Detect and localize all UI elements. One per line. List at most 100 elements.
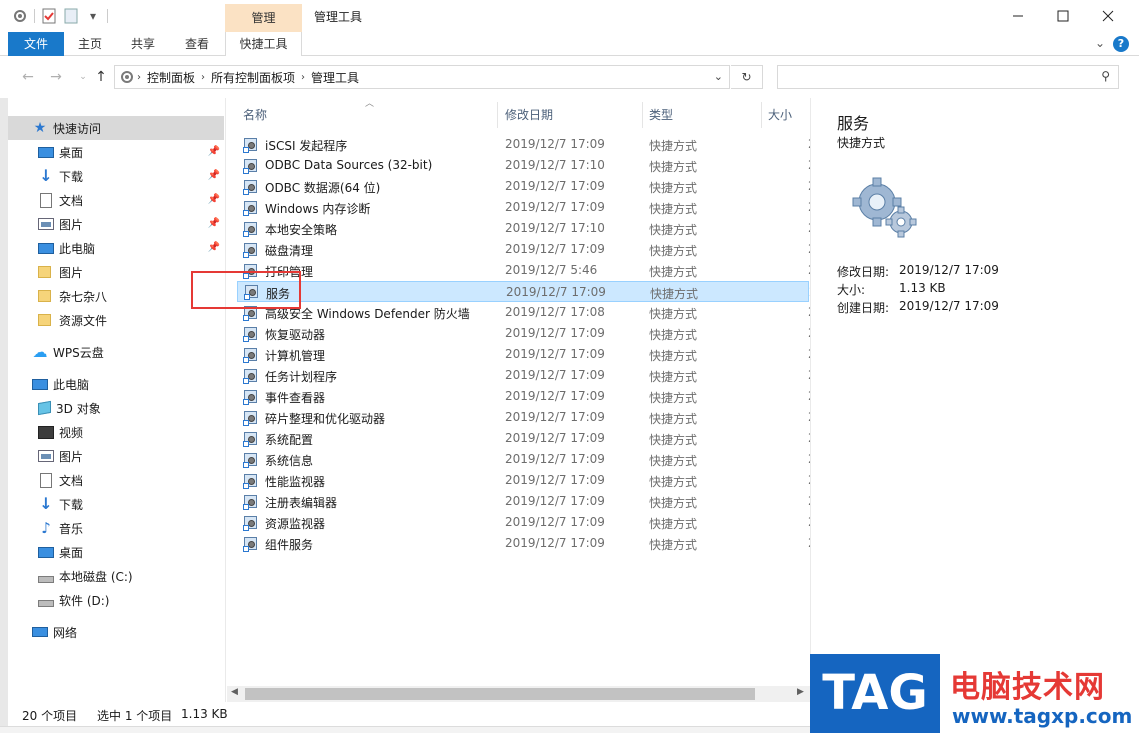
nav-item[interactable]: 文档 📌 <box>8 188 224 212</box>
nav-item[interactable]: 此电脑 📌 <box>8 236 224 260</box>
file-row[interactable]: 磁盘清理2019/12/7 17:09快捷方式2 <box>237 239 816 260</box>
tab-home[interactable]: 主页 <box>64 32 116 56</box>
address-bar[interactable]: › 控制面板 › 所有控制面板项 › 管理工具 ⌄ <box>114 65 730 89</box>
properties-icon[interactable] <box>41 8 57 24</box>
nav-item[interactable]: 软件 (D:) <box>8 588 224 612</box>
file-row[interactable]: 计算机管理2019/12/7 17:09快捷方式2 <box>237 344 816 365</box>
file-row[interactable]: 事件查看器2019/12/7 17:09快捷方式2 <box>237 386 816 407</box>
breadcrumb-all-items[interactable]: 所有控制面板项 <box>211 69 295 86</box>
file-row[interactable]: 任务计划程序2019/12/7 17:09快捷方式2 <box>237 365 816 386</box>
pin-icon[interactable]: 📌 <box>208 218 220 229</box>
scroll-right-icon[interactable]: ▶ <box>797 687 804 697</box>
pin-icon[interactable]: 📌 <box>208 242 220 253</box>
nav-item-label: 此电脑 <box>59 241 96 256</box>
nav-item[interactable]: 桌面 <box>8 540 224 564</box>
pin-icon[interactable]: 📌 <box>208 194 220 205</box>
help-icon[interactable]: ? <box>1113 36 1129 52</box>
pin-icon[interactable]: 📌 <box>208 170 220 181</box>
file-name: 本地安全策略 <box>265 223 338 237</box>
file-row[interactable]: ODBC Data Sources (32-bit) 2019/12/7 17:1… <box>237 155 816 176</box>
nav-item[interactable]: ☁ WPS云盘 <box>8 340 224 364</box>
shortcut-tool-icon <box>243 347 259 363</box>
gear-icon[interactable] <box>12 8 28 24</box>
shortcut-tool-icon <box>243 389 259 405</box>
maximize-button[interactable] <box>1040 0 1086 32</box>
cloud-icon: ☁ <box>32 343 48 361</box>
recent-locations-button[interactable]: ⌄ <box>73 68 93 86</box>
nav-item[interactable]: 资源文件 <box>8 308 224 332</box>
shortcut-tool-icon <box>243 410 259 426</box>
nav-item[interactable]: 文档 <box>8 468 224 492</box>
file-name: Windows 内存诊断 <box>265 202 371 216</box>
file-row[interactable]: 组件服务2019/12/7 17:09快捷方式2 <box>237 533 816 554</box>
chevron-down-icon[interactable]: ⌄ <box>714 70 723 83</box>
back-button[interactable]: ← <box>18 68 38 86</box>
column-size[interactable]: 大小 <box>768 106 792 123</box>
minimize-button[interactable] <box>995 0 1041 32</box>
nav-item[interactable]: 图片 📌 <box>8 212 224 236</box>
tab-shortcut-tools[interactable]: 快捷工具 <box>225 32 302 57</box>
file-modified: 2019/12/7 17:09 <box>505 389 605 403</box>
up-button[interactable]: ↑ <box>91 68 111 86</box>
nav-item[interactable]: 图片 <box>8 444 224 468</box>
forward-button[interactable]: → <box>46 68 66 86</box>
tab-share[interactable]: 共享 <box>116 32 170 56</box>
nav-item[interactable]: 网络 <box>8 620 224 644</box>
file-row[interactable]: 高级安全 Windows Defender 防火墙 2019/12/7 17:08… <box>237 302 816 323</box>
nav-item[interactable]: 此电脑 <box>8 372 224 396</box>
column-divider[interactable] <box>497 102 498 128</box>
close-icon <box>1102 10 1114 22</box>
tab-file[interactable]: 文件 <box>8 32 64 56</box>
nav-item-label: WPS云盘 <box>53 345 104 360</box>
file-type: 快捷方式 <box>649 433 698 447</box>
scroll-left-icon[interactable]: ◀ <box>231 687 238 697</box>
breadcrumb-control-panel[interactable]: 控制面板 <box>147 69 195 86</box>
pin-icon[interactable]: 📌 <box>208 146 220 157</box>
file-row[interactable]: 本地安全策略2019/12/7 17:10快捷方式2 <box>237 218 816 239</box>
nav-item[interactable]: 桌面 📌 <box>8 140 224 164</box>
file-row[interactable]: 性能监视器2019/12/7 17:09快捷方式2 <box>237 470 816 491</box>
nav-item[interactable]: ♪ 音乐 <box>8 516 224 540</box>
file-modified: 2019/12/7 17:09 <box>505 410 605 424</box>
column-type[interactable]: 类型 <box>649 106 673 123</box>
nav-item[interactable]: 视频 <box>8 420 224 444</box>
nav-item[interactable]: 本地磁盘 (C:) <box>8 564 224 588</box>
file-row[interactable]: 碎片整理和优化驱动器2019/12/7 17:09快捷方式2 <box>237 407 816 428</box>
nav-item[interactable]: ★ 快速访问 <box>8 116 224 140</box>
nav-item[interactable]: 3D 对象 <box>8 396 224 420</box>
breadcrumb-separator[interactable]: › <box>137 72 141 83</box>
new-folder-icon[interactable] <box>63 8 79 24</box>
customize-dropdown-icon[interactable]: ▾ <box>85 8 101 24</box>
scrollbar-thumb[interactable] <box>245 688 755 700</box>
file-row[interactable]: 注册表编辑器2019/12/7 17:09快捷方式2 <box>237 491 816 512</box>
nav-item-label: 下载 <box>59 169 84 184</box>
column-name[interactable]: 名称 <box>243 106 267 123</box>
breadcrumb-separator[interactable]: › <box>301 72 305 83</box>
tab-view[interactable]: 查看 <box>170 32 224 56</box>
search-input[interactable]: ⚲ <box>777 65 1119 89</box>
column-divider[interactable] <box>642 102 643 128</box>
column-divider[interactable] <box>761 102 762 128</box>
file-row[interactable]: iSCSI 发起程序2019/12/7 17:09快捷方式2 <box>237 134 816 155</box>
file-name: 注册表编辑器 <box>265 496 338 510</box>
nav-item[interactable]: ↓ 下载 📌 <box>8 164 224 188</box>
quick-access-toolbar: ▾ <box>12 6 108 26</box>
file-row[interactable]: 打印管理2019/12/7 5:46快捷方式2 <box>237 260 816 281</box>
context-tab-manage[interactable]: 管理 <box>225 4 302 32</box>
file-row[interactable]: 系统配置2019/12/7 17:09快捷方式2 <box>237 428 816 449</box>
refresh-button[interactable]: ↻ <box>731 65 763 89</box>
expand-ribbon-icon[interactable]: ⌄ <box>1095 36 1105 50</box>
close-button[interactable] <box>1085 0 1131 32</box>
file-row[interactable]: ODBC 数据源(64 位)2019/12/7 17:09快捷方式2 <box>237 176 816 197</box>
horizontal-scrollbar[interactable]: ◀ ▶ <box>227 686 810 702</box>
breadcrumb-separator[interactable]: › <box>201 72 205 83</box>
file-row[interactable]: Windows 内存诊断2019/12/7 17:09快捷方式2 <box>237 197 816 218</box>
file-row[interactable]: 系统信息2019/12/7 17:09快捷方式2 <box>237 449 816 470</box>
file-row[interactable]: 服务2019/12/7 17:09快捷方式2 <box>237 281 817 302</box>
nav-item[interactable]: ↓ 下载 <box>8 492 224 516</box>
file-row[interactable]: 资源监视器2019/12/7 17:09快捷方式2 <box>237 512 816 533</box>
column-modified[interactable]: 修改日期 <box>505 106 553 123</box>
details-pane: 服务 快捷方式 修改日期: 2019/12/7 17:09 大小: 1.13 K… <box>810 98 1139 654</box>
breadcrumb-admin-tools[interactable]: 管理工具 <box>311 69 359 86</box>
file-row[interactable]: 恢复驱动器2019/12/7 17:09快捷方式2 <box>237 323 816 344</box>
